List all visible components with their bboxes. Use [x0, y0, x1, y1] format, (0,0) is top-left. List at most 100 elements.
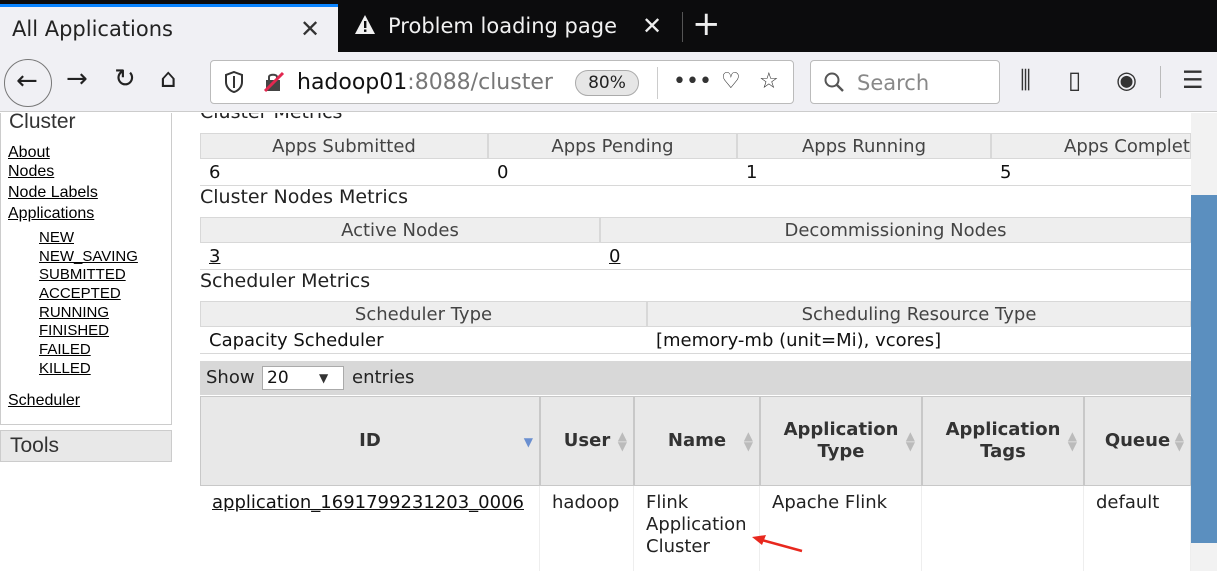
column-header-application-type[interactable]: Application Type ▲ ▼ [760, 396, 922, 486]
table-row-cell-user: hadoop [540, 486, 634, 571]
table-row-cell-name: Flink Application Cluster [634, 486, 760, 571]
header-apps-submitted: Apps Submitted [200, 133, 488, 159]
value-apps-submitted: 6 [200, 160, 488, 186]
tab-title: All Applications [12, 17, 173, 41]
page-content: Cluster About Nodes Node Labels Applicat… [0, 113, 1217, 571]
url-path: :8088/cluster [407, 70, 553, 95]
new-tab-button[interactable]: + [692, 4, 721, 44]
column-header-queue[interactable]: Queue ▲ ▼ [1084, 396, 1191, 486]
search-placeholder: Search [857, 71, 930, 95]
forward-button[interactable]: → [66, 64, 88, 94]
navigation-toolbar: ← → ↻ ⌂ hadoop01:8088/cluster 80% ••• ♡ … [0, 52, 1217, 112]
table-row-cell-type: Apache Flink [760, 486, 922, 571]
back-button[interactable]: ← [4, 59, 52, 107]
close-tab-icon[interactable]: ✕ [300, 15, 320, 43]
sidebar-state-accepted[interactable]: ACCEPTED [39, 285, 121, 302]
toolbar-separator [1160, 66, 1161, 98]
table-row-cell-queue: default [1084, 486, 1191, 571]
header-apps-completed: Apps Complet [991, 133, 1191, 159]
tools-label: Tools [10, 434, 60, 457]
shield-icon[interactable] [225, 71, 243, 93]
page-size-value: 20 [267, 368, 289, 388]
page-size-select[interactable]: 20 ▼ [262, 366, 344, 390]
table-row-cell-tags [922, 486, 1084, 571]
sidebar-link-about[interactable]: About [8, 144, 50, 162]
column-header-id[interactable]: ID ▼ [200, 396, 540, 486]
page-scrollbar[interactable] [1191, 113, 1217, 571]
account-icon[interactable]: ◉ [1116, 66, 1137, 94]
library-icon[interactable]: ⫼ [1020, 66, 1031, 94]
sort-icon: ▲ ▼ [1067, 429, 1077, 453]
sidebar-state-new[interactable]: NEW [39, 229, 74, 246]
sort-icon: ▲ ▼ [1174, 429, 1184, 453]
url-bar[interactable]: hadoop01:8088/cluster 80% ••• ♡ ☆ [210, 60, 794, 104]
back-arrow-icon: ← [16, 66, 38, 96]
column-header-user[interactable]: User ▲ ▼ [540, 396, 634, 486]
insecure-lock-icon[interactable] [263, 71, 285, 93]
sort-desc-icon: ▼ [523, 435, 533, 449]
tab-problem-loading[interactable]: Problem loading page ✕ [342, 4, 676, 52]
sidebar-link-scheduler[interactable]: Scheduler [8, 392, 80, 410]
column-label: Application Tags [945, 419, 1061, 462]
page-actions-icon[interactable]: ••• [673, 69, 712, 94]
sidebar-title: Cluster [9, 113, 76, 133]
show-label: Show [206, 367, 255, 388]
value-apps-pending: 0 [488, 160, 737, 186]
sort-icon: ▲ ▼ [617, 429, 627, 453]
reload-button[interactable]: ↻ [114, 64, 136, 94]
warning-icon [355, 15, 375, 34]
cluster-metrics-title: Cluster Metrics [200, 113, 342, 123]
tab-all-applications[interactable]: All Applications ✕ [0, 4, 338, 52]
zoom-level-badge[interactable]: 80% [575, 70, 639, 96]
column-header-application-tags[interactable]: Application Tags ▲ ▼ [922, 396, 1084, 486]
chevron-down-icon: ▼ [319, 371, 329, 385]
tab-bar: All Applications ✕ Problem loading page … [0, 0, 1217, 52]
sidebar-link-nodes[interactable]: Nodes [8, 163, 54, 181]
table-row-cell-id: application_1691799231203_0006 [200, 486, 540, 571]
value-decommissioning-nodes[interactable]: 0 [600, 244, 1191, 270]
sidebar-state-running[interactable]: RUNNING [39, 304, 109, 321]
node-metrics-title: Cluster Nodes Metrics [200, 186, 408, 208]
value-scheduler-type: Capacity Scheduler [200, 328, 647, 354]
pocket-icon[interactable]: ♡ [721, 69, 741, 94]
sidebar-link-applications[interactable]: Applications [8, 205, 94, 223]
entries-label: entries [352, 367, 415, 388]
header-apps-pending: Apps Pending [488, 133, 737, 159]
column-label: Application Type [783, 419, 899, 462]
bookmark-star-icon[interactable]: ☆ [759, 69, 779, 94]
header-scheduler-type: Scheduler Type [200, 301, 647, 327]
tab-separator [682, 12, 683, 42]
column-label: User [563, 430, 611, 451]
menu-icon[interactable]: ☰ [1182, 66, 1204, 94]
url-host: hadoop01 [297, 70, 408, 95]
column-header-name[interactable]: Name ▲ ▼ [634, 396, 760, 486]
column-label: Queue [1104, 430, 1171, 451]
sidebar-toggle-icon[interactable]: ▯ [1068, 66, 1081, 94]
url-text[interactable]: hadoop01:8088/cluster [297, 70, 553, 95]
home-icon[interactable]: ⌂ [160, 64, 177, 94]
sort-icon: ▲ ▼ [743, 429, 753, 453]
sidebar-state-submitted[interactable]: SUBMITTED [39, 266, 126, 283]
value-scheduling-resource-type: [memory-mb (unit=Mi), vcores] [647, 328, 1191, 354]
search-icon [824, 72, 844, 92]
search-box[interactable]: Search [810, 60, 1000, 104]
header-active-nodes: Active Nodes [200, 217, 600, 243]
sidebar-state-killed[interactable]: KILLED [39, 360, 91, 377]
close-tab-icon[interactable]: ✕ [642, 12, 662, 40]
header-apps-running: Apps Running [737, 133, 991, 159]
tab-title: Problem loading page [388, 14, 618, 38]
sidebar-state-failed[interactable]: FAILED [39, 341, 91, 358]
application-id-link[interactable]: application_1691799231203_0006 [212, 492, 524, 513]
tools-section[interactable]: Tools [0, 430, 172, 462]
sidebar-link-node-labels[interactable]: Node Labels [8, 184, 98, 202]
header-decommissioning-nodes: Decommissioning Nodes [600, 217, 1191, 243]
scrollbar-thumb[interactable] [1191, 195, 1217, 543]
scheduler-metrics-title: Scheduler Metrics [200, 270, 371, 292]
value-active-nodes[interactable]: 3 [200, 244, 600, 270]
sidebar-state-new-saving[interactable]: NEW_SAVING [39, 248, 138, 265]
annotation-arrow [752, 535, 803, 553]
column-label: Name [667, 430, 727, 451]
url-separator [657, 67, 658, 99]
sort-icon: ▲ ▼ [905, 429, 915, 453]
sidebar-state-finished[interactable]: FINISHED [39, 322, 109, 339]
